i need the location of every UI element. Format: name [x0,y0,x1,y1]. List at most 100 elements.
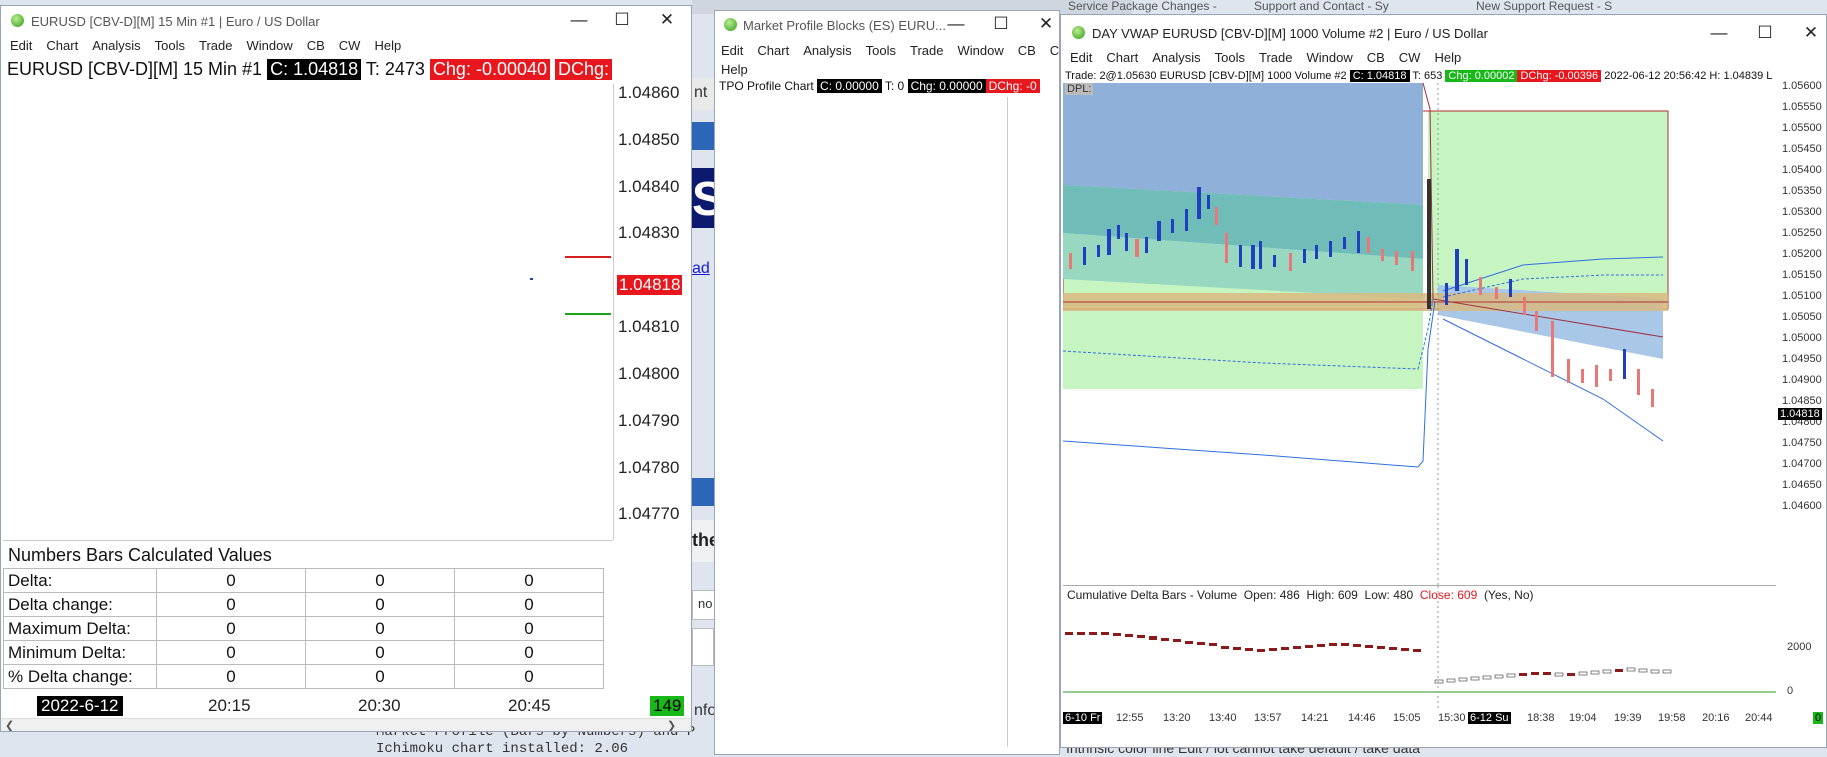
current-day-value-area [1428,111,1668,309]
tick-dot [530,278,533,280]
browser-tab[interactable]: Service Package Changes - [1068,0,1228,14]
menu-cw[interactable]: CW [1399,50,1421,65]
menu-tools[interactable]: Tools [155,38,185,53]
vwap-chart [1063,82,1669,595]
menu-cb[interactable]: CB [307,38,325,53]
menu-help[interactable]: Help [1434,50,1461,65]
price-label: 1.05000 [1782,332,1822,344]
price-label: 1.04860 [618,83,680,102]
vwap-chart-area[interactable]: Trade: 2@1.05630 EURUSD [CBV-D][M] 1000 … [1063,69,1776,595]
menu-tools[interactable]: Tools [866,43,896,58]
price-label: 1.04840 [618,177,680,196]
date-badge: 6-10 Fr [1063,712,1103,724]
menu-analysis[interactable]: Analysis [1152,50,1200,65]
menu-chart[interactable]: Chart [1106,50,1138,65]
cell: 0 [156,568,306,593]
time-label: 18:38 [1527,712,1555,724]
cell: 0 [454,664,604,689]
maximize-button[interactable]: ☐ [1750,21,1780,45]
time-label: 20:15 [208,696,251,715]
menu-trade[interactable]: Trade [1259,50,1292,65]
close-button[interactable]: ✕ [652,8,682,32]
menu-window[interactable]: Window [1306,50,1352,65]
cell: 0 [454,616,604,641]
chart-info-bar: EURUSD [CBV-D][M] 15 Min #1 C: 1.04818 T… [7,59,613,80]
close-button[interactable]: ✕ [1796,21,1826,45]
menu-chart[interactable]: Chart [757,43,789,58]
time-label: 20:45 [508,696,551,715]
time-label: 12:55 [1116,712,1144,724]
browser-tab[interactable]: New Support Request - S [1476,0,1646,14]
current-price-badge: 1.04818 [1778,408,1822,420]
price-label: 1.04700 [1782,458,1822,470]
corner-badge: 0 [1813,712,1824,724]
menu-cw[interactable]: CW [339,38,361,53]
minimize-button[interactable]: — [1704,21,1734,45]
time-label: 19:04 [1569,712,1597,724]
time-label: 14:21 [1301,712,1329,724]
menu-edit[interactable]: Edit [10,38,32,53]
menu-edit[interactable]: Edit [721,43,743,58]
numbers-bars-panel: Numbers Bars Calculated Values Delta: 0 0 0… [3,540,613,691]
maximize-button[interactable]: ☐ [986,12,1016,36]
time-label: 20:30 [358,696,401,715]
menu-analysis[interactable]: Analysis [92,38,140,53]
menu-tools[interactable]: Tools [1215,50,1245,65]
menu-trade[interactable]: Trade [199,38,232,53]
cumulative-delta-panel[interactable]: Cumulative Delta Bars - Volume Open: 486… [1063,585,1811,708]
menu-analysis[interactable]: Analysis [803,43,851,58]
title-bar[interactable]: DAY VWAP EURUSD [CBV-D][M] 1000 Volume #… [1061,15,1826,51]
time-label: 15:30 [1438,712,1466,724]
app-icon [1072,26,1085,39]
menu-chart[interactable]: Chart [46,38,78,53]
menu-help[interactable]: Help [374,38,401,53]
menu-cb[interactable]: CB [1018,43,1036,58]
title-bar[interactable]: EURUSD [CBV-D][M] 15 Min #1 | Euro / US … [1,6,691,34]
time-label: 19:58 [1658,712,1686,724]
symbol-label: EURUSD [CBV-D][M] 1000 Volume #2 [1159,70,1347,82]
menu-cw[interactable]: CW [1050,43,1059,58]
panel-title: Numbers Bars Calculated Values [8,545,272,565]
minimize-button[interactable]: — [564,8,594,32]
menu-cb[interactable]: CB [1367,50,1385,65]
minimize-button[interactable]: — [941,12,971,36]
date-badge: 2022-6-12 [37,696,123,716]
cell: 0 [454,640,604,665]
maximize-button[interactable]: ☐ [607,8,637,32]
tpo-chart-area[interactable] [717,97,1008,747]
horizontal-scrollbar[interactable]: ❮ ❯ [1,718,691,731]
app-icon [724,18,737,31]
price-label: 1.05350 [1782,185,1822,197]
browser-tab[interactable]: Support and Contact - Sy [1254,0,1414,14]
chart-plot-area[interactable] [3,84,614,540]
table-row: % Delta change: 0 0 0 [3,664,604,689]
cd-axis-label: 0 [1787,685,1794,697]
menu-window[interactable]: Window [957,43,1003,58]
time-label: 20:44 [1745,712,1773,724]
price-axis: 1.05600 1.05550 1.05500 1.05450 1.05400 … [1776,69,1826,595]
price-label: 1.04600 [1782,500,1822,512]
menu-edit[interactable]: Edit [1070,50,1092,65]
time-axis: 2022-6-12 20:15 20:30 20:45 149 [1,692,691,718]
price-label: 1.05050 [1782,311,1822,323]
menu-help[interactable]: Help [721,62,748,77]
price-label: 1.04770 [618,504,680,523]
scroll-left-icon[interactable]: ❮ [5,719,14,731]
tick-count: T: 653 [1412,70,1443,82]
date-badge: 6-12 Su [1468,712,1511,724]
close-button[interactable]: ✕ [1031,12,1059,36]
change-value: Chg: 0.00002 [1445,70,1518,82]
scroll-right-icon[interactable]: ❯ [667,719,676,731]
bg-link[interactable]: ad [692,260,710,278]
menu-bar: Edit Chart Analysis Tools Trade Window CB CW Hel… [10,38,415,53]
cell: 0 [156,640,306,665]
bar-countdown-badge: 149 [650,696,685,716]
delta-table: Delta: 0 0 0 Delta change: 0 0 0 Maximum Delta… [3,568,604,689]
time-label: 20:16 [1702,712,1730,724]
daily-change-value: DChg: -0 [985,79,1040,93]
price-label: 1.04850 [618,130,680,149]
menu-trade[interactable]: Trade [910,43,943,58]
title-bar[interactable]: Market Profile Blocks (ES) EURU... — ☐ ✕ [715,11,1059,39]
window-title: DAY VWAP EURUSD [CBV-D][M] 1000 Volume #… [1092,26,1488,41]
menu-window[interactable]: Window [246,38,292,53]
